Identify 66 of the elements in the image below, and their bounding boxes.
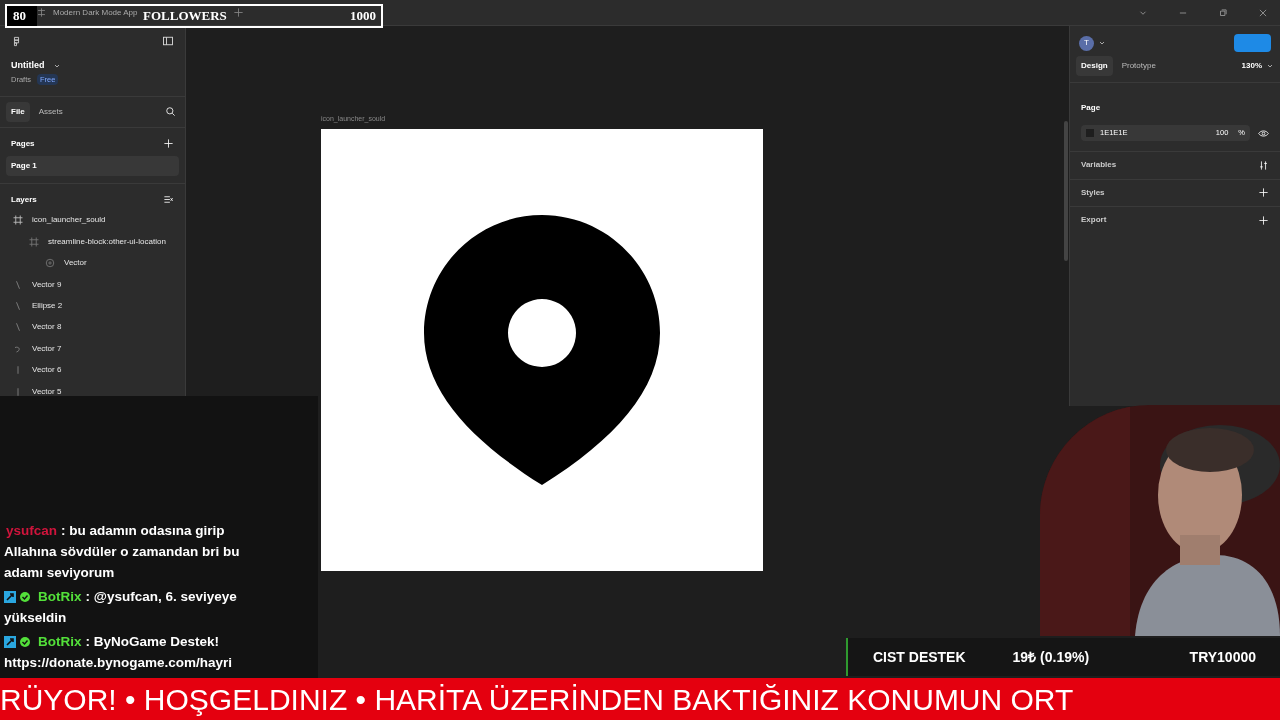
figma-menu-icon (11, 35, 22, 47)
chat-message: Allahına sövdüler o zamandan bri bu (4, 543, 240, 561)
layer-name[interactable]: Vector (64, 257, 87, 270)
verified-icon (20, 636, 30, 647)
section-title: Pages (11, 137, 35, 150)
section-title: Styles (1081, 186, 1105, 199)
list-icon (163, 194, 174, 206)
user-avatar[interactable]: T (1079, 35, 1094, 51)
layer-name[interactable]: Vector 9 (32, 278, 62, 291)
verified-icon (20, 591, 30, 602)
layer-name[interactable]: Vector 7 (32, 342, 62, 355)
plus-icon (1258, 187, 1269, 199)
donor-name: CIST DESTEK (873, 647, 966, 667)
chat-message: yükseldin (4, 609, 67, 627)
layer-name[interactable]: Vector 5 (32, 385, 62, 398)
frame-icon (28, 235, 40, 248)
panel-tab[interactable]: Assets (33, 101, 68, 122)
plus-icon (163, 138, 174, 150)
eye-icon (1258, 127, 1269, 139)
document-tab[interactable]: Modern Dark Mode App (53, 6, 138, 19)
chat-message: : ByNoGame Destek! (85, 633, 220, 651)
chevron-down-icon (1266, 62, 1274, 70)
zoom-level[interactable]: 130% (1241, 60, 1262, 72)
ticker-text: RÜYOR! • HOŞGELDINIZ • HARİTA ÜZERİNDEN BAKTIĞINIZ KONUMUN ORT (0, 681, 1074, 718)
chat-message: : bu adamın odasına girip (61, 522, 225, 540)
figma-logo-icon (36, 7, 47, 18)
section-title: Export (1081, 214, 1107, 227)
section-title: Page (1081, 103, 1101, 112)
follower-target: 1000 (350, 7, 376, 26)
chat-message: : @ysufcan, 6. seviyeye (85, 588, 237, 606)
location-pin-icon (424, 214, 660, 485)
close-icon (1258, 7, 1268, 18)
file-name[interactable]: Untitled (11, 59, 45, 73)
sliders-icon (1258, 159, 1269, 171)
donation-amount: 19₺ (0.19%) (1012, 647, 1090, 667)
layer-name[interactable]: Vector 6 (32, 364, 62, 377)
sidebar-toggle-icon (162, 35, 174, 47)
layer-name[interactable]: Ellipse 2 (32, 300, 63, 312)
frame-icon (12, 214, 24, 227)
follower-label: FOLLOWERS (143, 7, 227, 26)
panel-tab[interactable]: Prototype (1116, 56, 1161, 76)
search-icon (165, 106, 176, 118)
layer-name[interactable]: Vector 8 (32, 321, 62, 334)
chat-username: ysufcan (6, 522, 58, 540)
section-title: Layers (11, 193, 37, 206)
chat-username: BotRix (38, 633, 82, 651)
target-icon (44, 257, 56, 270)
color-swatch[interactable] (1086, 129, 1094, 137)
bot-badge-icon (4, 590, 16, 603)
restore-icon (1218, 7, 1228, 18)
chat-username: BotRix (38, 588, 82, 606)
chat-message: adamı seviyorum (4, 564, 115, 582)
follower-count: 80 (13, 7, 26, 26)
layer-name[interactable]: streamline-block:other-ui-location (48, 235, 166, 248)
chat-message: https://donate.bynogame.com/hayri (4, 654, 233, 672)
layer-name[interactable]: icon_launcher_sould (32, 214, 106, 227)
share-button[interactable] (1234, 34, 1271, 52)
chevron-down-icon (1098, 39, 1106, 47)
panel-tab[interactable]: Design (1076, 56, 1113, 76)
section-title: Variables (1081, 159, 1117, 172)
donation-goal: TRY10000 (1189, 647, 1256, 667)
plus-icon (232, 7, 244, 18)
page-item[interactable]: Page 1 (6, 155, 179, 176)
panel-tab[interactable]: File (6, 101, 30, 122)
bot-badge-icon (4, 635, 16, 648)
plus-icon (1258, 214, 1269, 226)
